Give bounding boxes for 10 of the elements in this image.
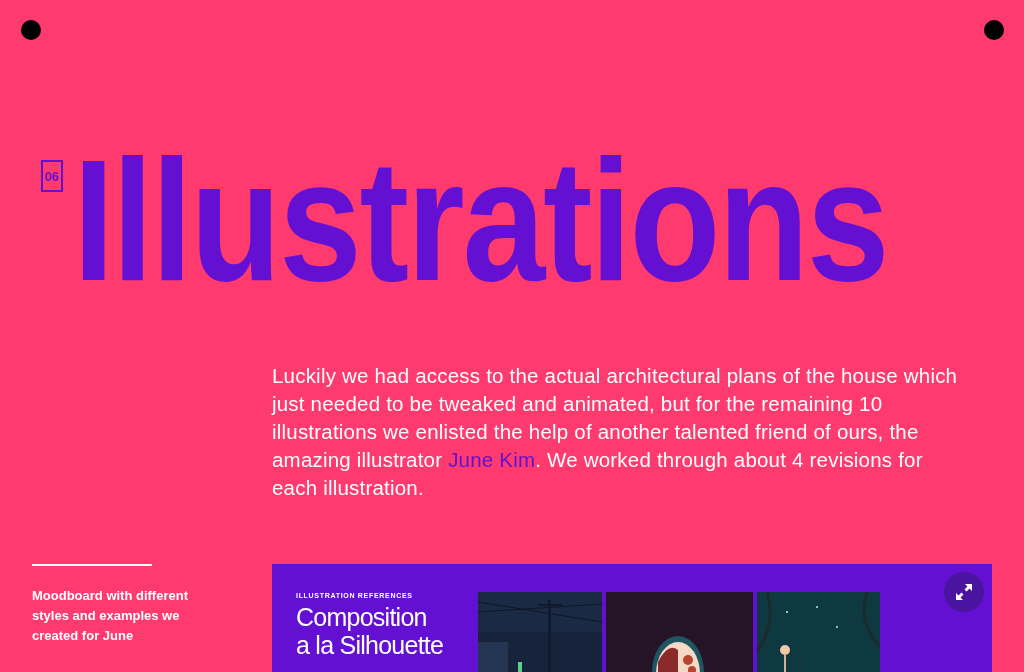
section-title: Illustrations [72, 134, 888, 306]
corner-dot [984, 20, 1004, 40]
illustrator-link[interactable]: June Kim [448, 448, 536, 471]
expand-button[interactable] [944, 572, 984, 612]
expand-icon [955, 583, 973, 601]
intro-paragraph: Luckily we had access to the actual architectural plans of the house which just needed to be tweaked and animated, but for the remaining 10 illustrations we enlisted the help of another talented friend of ours, the amazing illustrator June Kim. We worked through about 4 revisions for each illustration. [272, 363, 959, 501]
moodboard-title: Composition a la Silhouette [296, 603, 445, 659]
figure-caption: Moodboard with different styles and examples we created for June [32, 587, 189, 645]
corner-dot [21, 20, 41, 40]
section-number: 06 [41, 160, 63, 192]
